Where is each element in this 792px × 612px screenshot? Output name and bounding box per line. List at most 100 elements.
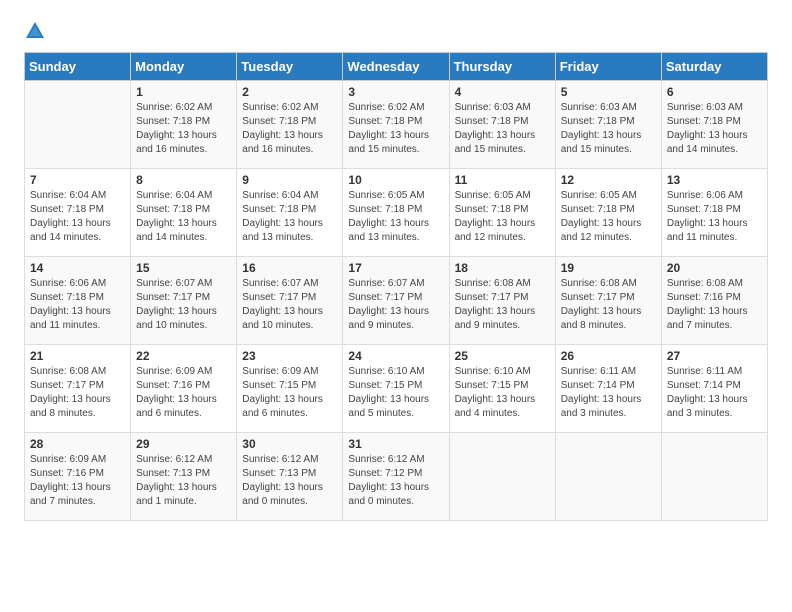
calendar-cell: 22 Sunrise: 6:09 AM Sunset: 7:16 PM Dayli… (131, 345, 237, 433)
calendar-cell: 30 Sunrise: 6:12 AM Sunset: 7:13 PM Dayli… (237, 433, 343, 521)
day-info: Sunrise: 6:02 AM Sunset: 7:18 PM Dayligh… (242, 101, 337, 157)
calendar-week-row: 14 Sunrise: 6:06 AM Sunset: 7:18 PM Dayli… (25, 257, 768, 345)
day-number: 3 (348, 85, 443, 99)
day-info: Sunrise: 6:03 AM Sunset: 7:18 PM Dayligh… (455, 101, 550, 157)
day-info: Sunrise: 6:11 AM Sunset: 7:14 PM Dayligh… (667, 365, 762, 421)
day-info: Sunrise: 6:10 AM Sunset: 7:15 PM Dayligh… (455, 365, 550, 421)
day-info: Sunrise: 6:07 AM Sunset: 7:17 PM Dayligh… (348, 277, 443, 333)
calendar-cell: 7 Sunrise: 6:04 AM Sunset: 7:18 PM Daylig… (25, 169, 131, 257)
day-number: 25 (455, 349, 550, 363)
day-info: Sunrise: 6:08 AM Sunset: 7:17 PM Dayligh… (455, 277, 550, 333)
calendar-cell: 1 Sunrise: 6:02 AM Sunset: 7:18 PM Daylig… (131, 81, 237, 169)
day-info: Sunrise: 6:12 AM Sunset: 7:12 PM Dayligh… (348, 453, 443, 509)
header-cell-wednesday: Wednesday (343, 53, 449, 81)
calendar-week-row: 21Sunrise: 6:08 AM Sunset: 7:17 PM Dayli… (25, 345, 768, 433)
day-info: Sunrise: 6:09 AM Sunset: 7:16 PM Dayligh… (30, 453, 125, 509)
day-number: 5 (561, 85, 656, 99)
day-info: Sunrise: 6:09 AM Sunset: 7:16 PM Dayligh… (136, 365, 231, 421)
day-info: Sunrise: 6:06 AM Sunset: 7:18 PM Dayligh… (30, 277, 125, 333)
day-info: Sunrise: 6:03 AM Sunset: 7:18 PM Dayligh… (561, 101, 656, 157)
day-info: Sunrise: 6:04 AM Sunset: 7:18 PM Dayligh… (136, 189, 231, 245)
day-number: 22 (136, 349, 231, 363)
day-info: Sunrise: 6:08 AM Sunset: 7:17 PM Dayligh… (561, 277, 656, 333)
calendar-cell (555, 433, 661, 521)
calendar-cell: 29Sunrise: 6:12 AM Sunset: 7:13 PM Dayli… (131, 433, 237, 521)
day-info: Sunrise: 6:04 AM Sunset: 7:18 PM Dayligh… (30, 189, 125, 245)
header-cell-friday: Friday (555, 53, 661, 81)
calendar-cell: 14 Sunrise: 6:06 AM Sunset: 7:18 PM Dayli… (25, 257, 131, 345)
calendar-cell: 18 Sunrise: 6:08 AM Sunset: 7:17 PM Dayli… (449, 257, 555, 345)
day-number: 24 (348, 349, 443, 363)
calendar-cell: 12 Sunrise: 6:05 AM Sunset: 7:18 PM Dayli… (555, 169, 661, 257)
calendar-cell: 2 Sunrise: 6:02 AM Sunset: 7:18 PM Daylig… (237, 81, 343, 169)
calendar-cell: 23Sunrise: 6:09 AM Sunset: 7:15 PM Dayli… (237, 345, 343, 433)
calendar-cell: 25 Sunrise: 6:10 AM Sunset: 7:15 PM Dayli… (449, 345, 555, 433)
calendar-cell: 17 Sunrise: 6:07 AM Sunset: 7:17 PM Dayli… (343, 257, 449, 345)
calendar-week-row: 7 Sunrise: 6:04 AM Sunset: 7:18 PM Daylig… (25, 169, 768, 257)
day-number: 20 (667, 261, 762, 275)
day-number: 10 (348, 173, 443, 187)
day-number: 14 (30, 261, 125, 275)
day-info: Sunrise: 6:09 AM Sunset: 7:15 PM Dayligh… (242, 365, 337, 421)
day-number: 30 (242, 437, 337, 451)
day-number: 11 (455, 173, 550, 187)
day-info: Sunrise: 6:02 AM Sunset: 7:18 PM Dayligh… (136, 101, 231, 157)
day-number: 4 (455, 85, 550, 99)
calendar-cell: 26 Sunrise: 6:11 AM Sunset: 7:14 PM Dayli… (555, 345, 661, 433)
day-number: 2 (242, 85, 337, 99)
calendar-table: SundayMondayTuesdayWednesdayThursdayFrid… (24, 52, 768, 521)
calendar-cell: 21Sunrise: 6:08 AM Sunset: 7:17 PM Dayli… (25, 345, 131, 433)
calendar-cell (449, 433, 555, 521)
day-number: 1 (136, 85, 231, 99)
calendar-cell: 24 Sunrise: 6:10 AM Sunset: 7:15 PM Dayli… (343, 345, 449, 433)
calendar-cell (25, 81, 131, 169)
calendar-cell: 27 Sunrise: 6:11 AM Sunset: 7:14 PM Dayli… (661, 345, 767, 433)
day-number: 31 (348, 437, 443, 451)
day-number: 17 (348, 261, 443, 275)
day-number: 15 (136, 261, 231, 275)
calendar-cell: 9 Sunrise: 6:04 AM Sunset: 7:18 PM Daylig… (237, 169, 343, 257)
day-number: 18 (455, 261, 550, 275)
header-cell-monday: Monday (131, 53, 237, 81)
day-number: 26 (561, 349, 656, 363)
calendar-cell: 19Sunrise: 6:08 AM Sunset: 7:17 PM Dayli… (555, 257, 661, 345)
calendar-cell: 4 Sunrise: 6:03 AM Sunset: 7:18 PM Daylig… (449, 81, 555, 169)
day-info: Sunrise: 6:07 AM Sunset: 7:17 PM Dayligh… (242, 277, 337, 333)
header-cell-saturday: Saturday (661, 53, 767, 81)
calendar-cell: 11Sunrise: 6:05 AM Sunset: 7:18 PM Dayli… (449, 169, 555, 257)
day-info: Sunrise: 6:06 AM Sunset: 7:18 PM Dayligh… (667, 189, 762, 245)
day-info: Sunrise: 6:10 AM Sunset: 7:15 PM Dayligh… (348, 365, 443, 421)
calendar-week-row: 28Sunrise: 6:09 AM Sunset: 7:16 PM Dayli… (25, 433, 768, 521)
calendar-cell: 3Sunrise: 6:02 AM Sunset: 7:18 PM Daylig… (343, 81, 449, 169)
day-number: 16 (242, 261, 337, 275)
calendar-cell: 8 Sunrise: 6:04 AM Sunset: 7:18 PM Daylig… (131, 169, 237, 257)
day-info: Sunrise: 6:04 AM Sunset: 7:18 PM Dayligh… (242, 189, 337, 245)
calendar-cell: 15 Sunrise: 6:07 AM Sunset: 7:17 PM Dayli… (131, 257, 237, 345)
header (24, 20, 768, 42)
day-number: 27 (667, 349, 762, 363)
calendar-cell: 31 Sunrise: 6:12 AM Sunset: 7:12 PM Dayli… (343, 433, 449, 521)
day-number: 7 (30, 173, 125, 187)
day-info: Sunrise: 6:05 AM Sunset: 7:18 PM Dayligh… (561, 189, 656, 245)
day-info: Sunrise: 6:11 AM Sunset: 7:14 PM Dayligh… (561, 365, 656, 421)
day-info: Sunrise: 6:03 AM Sunset: 7:18 PM Dayligh… (667, 101, 762, 157)
day-info: Sunrise: 6:07 AM Sunset: 7:17 PM Dayligh… (136, 277, 231, 333)
day-info: Sunrise: 6:08 AM Sunset: 7:17 PM Dayligh… (30, 365, 125, 421)
logo-icon (24, 20, 46, 42)
calendar-cell: 28Sunrise: 6:09 AM Sunset: 7:16 PM Dayli… (25, 433, 131, 521)
calendar-cell: 16 Sunrise: 6:07 AM Sunset: 7:17 PM Dayli… (237, 257, 343, 345)
calendar-cell (661, 433, 767, 521)
calendar-week-row: 1 Sunrise: 6:02 AM Sunset: 7:18 PM Daylig… (25, 81, 768, 169)
calendar-cell: 6Sunrise: 6:03 AM Sunset: 7:18 PM Daylig… (661, 81, 767, 169)
day-number: 29 (136, 437, 231, 451)
day-number: 8 (136, 173, 231, 187)
calendar-cell: 13Sunrise: 6:06 AM Sunset: 7:18 PM Dayli… (661, 169, 767, 257)
day-number: 12 (561, 173, 656, 187)
calendar-cell: 10Sunrise: 6:05 AM Sunset: 7:18 PM Dayli… (343, 169, 449, 257)
calendar-header-row: SundayMondayTuesdayWednesdayThursdayFrid… (25, 53, 768, 81)
calendar-cell: 20Sunrise: 6:08 AM Sunset: 7:16 PM Dayli… (661, 257, 767, 345)
day-number: 9 (242, 173, 337, 187)
header-cell-sunday: Sunday (25, 53, 131, 81)
day-info: Sunrise: 6:12 AM Sunset: 7:13 PM Dayligh… (242, 453, 337, 509)
calendar-body: 1 Sunrise: 6:02 AM Sunset: 7:18 PM Daylig… (25, 81, 768, 521)
